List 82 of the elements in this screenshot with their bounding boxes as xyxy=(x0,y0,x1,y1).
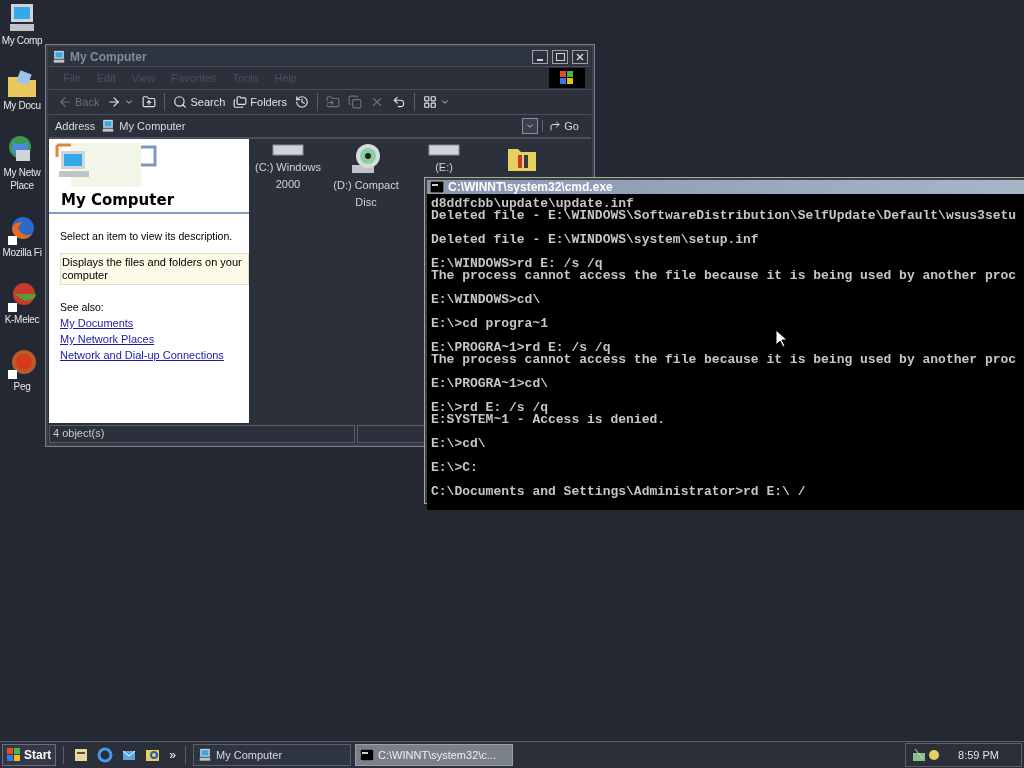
folders-icon xyxy=(233,95,248,109)
console-line: Deleted file - E:\WINDOWS\SoftwareDistribution\SelfUpdate\Default\wsus3setu xyxy=(431,210,1018,222)
go-button[interactable]: Go xyxy=(542,120,585,132)
computer-icon xyxy=(198,748,213,762)
link[interactable]: Network and Dial-up Connections xyxy=(60,349,238,361)
console-line: The process cannot access the file because it is being used by another proc xyxy=(431,270,1018,282)
computer-icon xyxy=(52,50,66,64)
console-line: E:\WINDOWS>rd E: /s /q xyxy=(431,258,604,270)
search-icon xyxy=(145,747,162,763)
address-field[interactable]: My Computer xyxy=(99,117,519,135)
status-text: 4 object(s) xyxy=(49,425,356,443)
console-line: Deleted file - E:\WINDOWS\system\setup.inf xyxy=(431,234,760,246)
desktop-icon-label[interactable]: Peg xyxy=(13,380,31,393)
drive-label[interactable]: (C:) Windows xyxy=(255,161,321,174)
mouse-cursor-icon xyxy=(775,329,787,348)
drive-label[interactable]: Disc xyxy=(355,196,377,209)
desktop-icon-label[interactable]: Mozilla Fi xyxy=(2,246,42,259)
cd-drive-icon xyxy=(350,143,382,175)
window-title: My Computer xyxy=(70,50,148,64)
hint-text: Select an item to view its description. xyxy=(60,230,234,242)
delete-icon xyxy=(370,95,384,109)
search-icon xyxy=(173,95,188,109)
desktop-icon-label[interactable]: Place xyxy=(10,179,34,192)
console-line: E:\WINDOWS>cd\ xyxy=(431,294,542,306)
clock: 8:59 PM xyxy=(958,749,999,761)
task-button[interactable]: C:\WINNT\system32\c... xyxy=(355,744,514,766)
console-line: E:\>C: xyxy=(431,462,479,474)
move-to-icon xyxy=(326,95,340,109)
folders-button[interactable]: Folders xyxy=(230,91,290,113)
ball-icon xyxy=(6,348,38,380)
minimize-button[interactable] xyxy=(532,50,548,64)
caret-icon xyxy=(124,97,135,107)
panel-heading: My Computer xyxy=(61,191,175,209)
browser-icon xyxy=(97,747,114,763)
description-text: Displays the files and folders on your computer xyxy=(60,253,249,285)
address-label: Address xyxy=(55,120,96,132)
console-line: E:\PROGRA~1>cd\ xyxy=(431,378,550,390)
windows-logo-icon xyxy=(7,748,21,762)
drive-label[interactable]: (E:) xyxy=(435,161,453,174)
drive-icon xyxy=(272,143,304,157)
forward-arrow-icon xyxy=(107,95,122,109)
go-arrow-icon xyxy=(549,120,562,132)
computer-icon xyxy=(101,119,116,133)
console-line: E:\>rd E: /s /q xyxy=(431,402,549,414)
task-button[interactable]: My Computer xyxy=(193,744,352,766)
drive-label[interactable]: 2000 xyxy=(275,178,301,191)
desktop-icon-label[interactable]: My Netw xyxy=(3,166,41,179)
caret-icon xyxy=(440,97,450,107)
desktop-icon-label[interactable]: K-Melec xyxy=(4,313,40,326)
console-line: d8ddfcbb\update\update.inf xyxy=(431,198,634,210)
desktop-icon-label[interactable]: My Docu xyxy=(3,99,41,112)
link[interactable]: My Network Places xyxy=(60,333,238,345)
link[interactable]: My Documents xyxy=(60,317,238,329)
console-line: E:\>cd progra~1 xyxy=(431,318,550,330)
dropdown-button[interactable] xyxy=(522,118,539,134)
console-line: E:\PROGRA~1>rd E: /s /q xyxy=(431,342,612,354)
desktop-icon-label[interactable]: My Comp xyxy=(1,34,43,47)
windows-logo-icon xyxy=(549,68,585,88)
desktop-icon xyxy=(73,747,90,763)
undo-icon xyxy=(392,95,406,109)
console-icon xyxy=(360,749,375,761)
drive-label[interactable]: (D:) Compact xyxy=(333,179,399,192)
up-folder-icon xyxy=(142,95,157,109)
more-button[interactable]: » xyxy=(167,748,179,762)
close-icon xyxy=(576,53,584,61)
start-button[interactable]: Start xyxy=(2,744,57,766)
console-line: E:SYSTEM~1 - Access is denied. xyxy=(431,414,667,426)
console-line: The process cannot access the file because it is being used by another proc xyxy=(431,354,1018,366)
maximize-icon xyxy=(555,53,565,61)
see-also-label: See also: xyxy=(60,301,105,313)
folder-icon xyxy=(6,69,38,99)
copy-to-icon xyxy=(348,95,362,109)
caret-icon xyxy=(525,121,536,131)
history-icon xyxy=(295,95,309,109)
search-button[interactable]: Search xyxy=(170,91,229,113)
window-title: C:\WINNT\system32\cmd.exe xyxy=(448,180,614,194)
maximize-button[interactable] xyxy=(552,50,568,64)
console-line: E:\>cd\ xyxy=(431,438,487,450)
console-line: C:\Documents and Settings\Administrator>rd E:\ / xyxy=(431,486,807,498)
drive-icon xyxy=(428,143,460,157)
views-icon xyxy=(423,95,437,109)
close-button[interactable] xyxy=(572,50,588,64)
